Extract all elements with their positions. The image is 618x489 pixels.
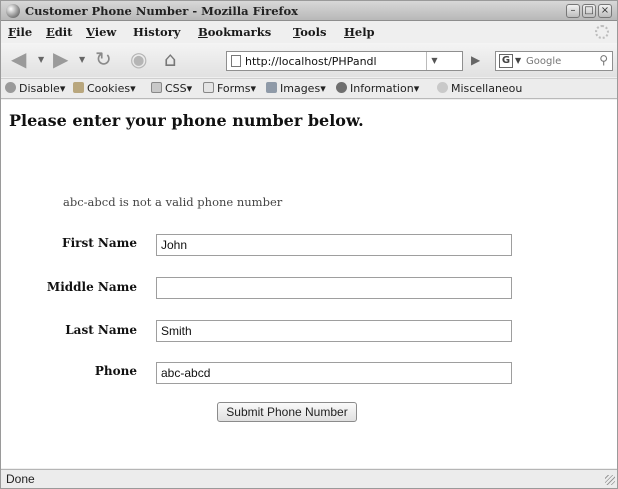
dev-menu-information-label: Information xyxy=(350,82,414,95)
disable-icon xyxy=(5,82,16,93)
menu-edit[interactable]: Edit xyxy=(46,25,73,39)
menu-edit-accesskey: E xyxy=(46,25,55,39)
title-bar: Customer Phone Number - Mozilla Firefox … xyxy=(1,1,617,21)
minimize-button[interactable]: – xyxy=(566,4,580,18)
dev-menu-css[interactable]: CSS▾ xyxy=(151,82,192,95)
phone-field[interactable] xyxy=(156,362,512,384)
menu-view[interactable]: View xyxy=(86,25,116,39)
last-name-label: Last Name xyxy=(65,323,137,337)
dev-menu-cookies-label: Cookies xyxy=(87,82,131,95)
magnifier-icon[interactable]: ⚲ xyxy=(599,53,608,67)
search-engine-dropdown-icon[interactable]: ▼ xyxy=(515,56,521,65)
dev-menu-images-label: Images xyxy=(280,82,321,95)
first-name-field[interactable] xyxy=(156,234,512,256)
dev-menu-miscellaneous[interactable]: Miscellaneou xyxy=(437,82,522,95)
page-content: Please enter your phone number below. ab… xyxy=(1,100,617,468)
search-input[interactable] xyxy=(526,54,586,68)
dev-menu-forms[interactable]: Forms▾ xyxy=(203,82,256,95)
go-arrow-icon[interactable]: ▶ xyxy=(471,53,480,67)
url-bar[interactable]: http://localhost/PHPandl ▼ xyxy=(226,51,463,71)
menu-file-accesskey: F xyxy=(8,25,17,39)
menu-bookmarks[interactable]: Bookmarks xyxy=(198,25,271,39)
information-icon xyxy=(336,82,347,93)
reload-icon[interactable]: ↻ xyxy=(95,49,112,69)
menu-file-label: ile xyxy=(16,25,33,39)
menu-bookmarks-label: ookmarks xyxy=(207,25,272,39)
status-text: Done xyxy=(6,472,35,486)
middle-name-label: Middle Name xyxy=(46,280,137,294)
menu-file[interactable]: File xyxy=(8,25,32,39)
dev-menu-miscellaneous-label: Miscellaneou xyxy=(451,82,523,95)
menu-tools[interactable]: Tools xyxy=(293,25,326,39)
back-history-dropdown-icon[interactable]: ▼ xyxy=(38,55,44,64)
close-button[interactable]: × xyxy=(598,4,612,18)
status-bar: Done xyxy=(1,469,617,488)
activity-throbber-icon xyxy=(595,25,609,39)
last-name-field[interactable] xyxy=(156,320,512,342)
url-dropdown-icon[interactable]: ▼ xyxy=(426,52,442,70)
cookies-icon xyxy=(73,82,84,93)
menu-tools-label: ools xyxy=(300,25,327,39)
dev-menu-cookies[interactable]: Cookies▾ xyxy=(73,82,136,95)
dev-menu-disable[interactable]: Disable▾ xyxy=(5,82,65,95)
dev-menu-information[interactable]: Information▾ xyxy=(336,82,419,95)
page-heading: Please enter your phone number below. xyxy=(9,111,364,130)
dev-menu-forms-label: Forms xyxy=(217,82,251,95)
first-name-label: First Name xyxy=(62,236,137,250)
developer-toolbar: Disable▾ Cookies▾ CSS▾ Forms▾ Images▾ In… xyxy=(1,78,617,99)
css-icon xyxy=(151,82,162,93)
menu-help-label: elp xyxy=(354,25,375,39)
menu-bar: File Edit View History Bookmarks Tools H… xyxy=(1,22,617,42)
search-bar[interactable]: G ▼ ⚲ xyxy=(495,51,613,71)
menu-view-label: iew xyxy=(94,25,117,39)
forms-icon xyxy=(203,82,214,93)
window-title: Customer Phone Number - Mozilla Firefox xyxy=(25,4,298,18)
resize-grip-icon[interactable] xyxy=(605,475,615,485)
menu-help[interactable]: Help xyxy=(344,25,375,39)
menu-view-accesskey: V xyxy=(86,25,95,39)
phone-label: Phone xyxy=(94,364,137,378)
menu-help-accesskey: H xyxy=(344,25,355,39)
navigation-toolbar: ◀ ▼ ▶ ▼ ↻ ◉ ⌂ http://localhost/PHPandl ▼… xyxy=(1,43,617,77)
dev-menu-css-label: CSS xyxy=(165,82,187,95)
dev-menu-disable-label: Disable xyxy=(19,82,60,95)
forward-history-dropdown-icon[interactable]: ▼ xyxy=(79,55,85,64)
search-engine-icon[interactable]: G xyxy=(499,54,513,68)
menu-edit-label: dit xyxy=(54,25,73,39)
submit-phone-number-button[interactable]: Submit Phone Number xyxy=(217,402,357,422)
menu-bookmarks-accesskey: B xyxy=(198,25,208,39)
dev-menu-images[interactable]: Images▾ xyxy=(266,82,326,95)
home-icon[interactable]: ⌂ xyxy=(164,49,177,69)
forward-arrow-icon[interactable]: ▶ xyxy=(53,49,68,69)
maximize-button[interactable]: □ xyxy=(582,4,596,18)
images-icon xyxy=(266,82,277,93)
browser-window: Customer Phone Number - Mozilla Firefox … xyxy=(0,0,618,489)
stop-icon[interactable]: ◉ xyxy=(130,49,147,69)
back-arrow-icon[interactable]: ◀ xyxy=(11,49,26,69)
url-text[interactable]: http://localhost/PHPandl xyxy=(245,55,419,68)
menu-history-label: History xyxy=(133,25,181,39)
firefox-icon xyxy=(6,4,20,18)
middle-name-field[interactable] xyxy=(156,277,512,299)
menu-history[interactable]: History xyxy=(133,25,180,39)
validation-error-message: abc-abcd is not a valid phone number xyxy=(63,195,283,209)
miscellaneous-icon xyxy=(437,82,448,93)
page-icon xyxy=(231,55,241,67)
